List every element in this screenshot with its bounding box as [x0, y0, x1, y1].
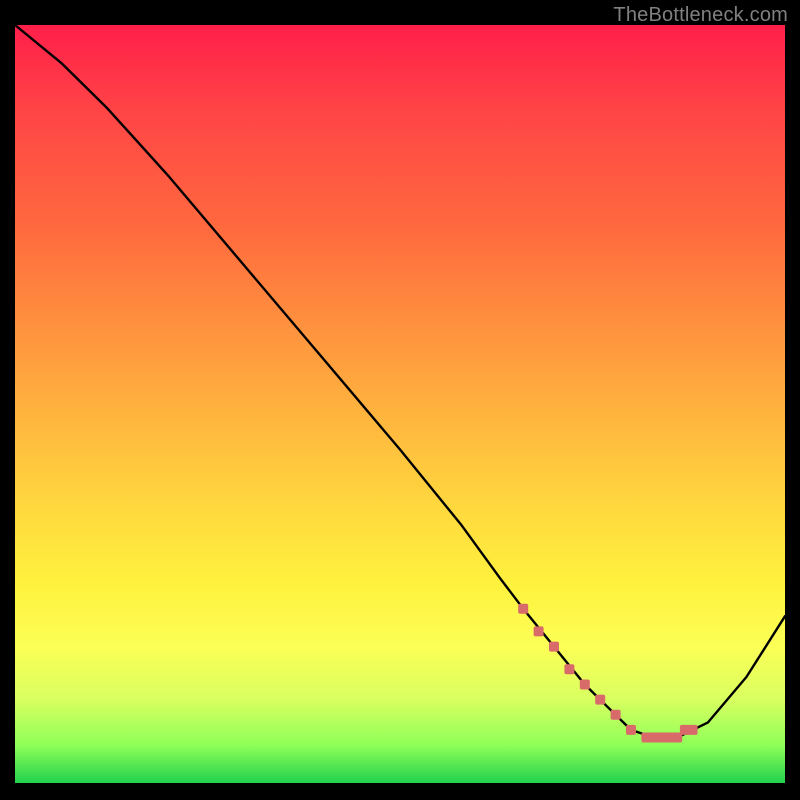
bottleneck-curve	[15, 25, 785, 738]
marker	[595, 695, 605, 705]
optimal-range-markers	[518, 604, 697, 743]
marker	[549, 642, 559, 652]
marker	[534, 626, 544, 636]
plot-area	[15, 25, 785, 783]
marker	[564, 664, 574, 674]
marker	[688, 725, 698, 735]
chart-frame: TheBottleneck.com	[0, 0, 800, 800]
marker	[611, 710, 621, 720]
marker	[626, 725, 636, 735]
watermark-text: TheBottleneck.com	[613, 4, 788, 27]
marker	[580, 680, 590, 690]
marker	[518, 604, 528, 614]
chart-overlay	[15, 25, 785, 783]
